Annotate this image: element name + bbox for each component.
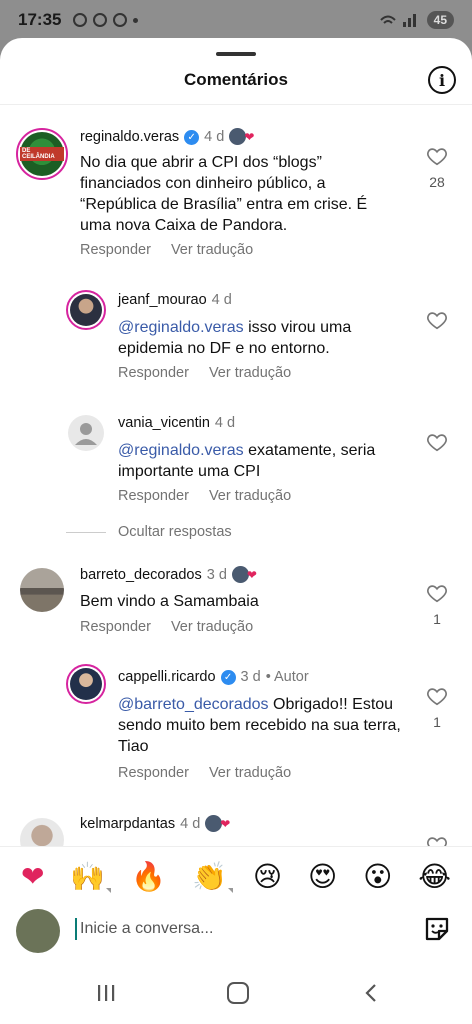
comment-actions: Responder Ver tradução [80, 242, 253, 258]
notification-icon [93, 13, 108, 27]
whatsapp-icon [113, 13, 128, 27]
like-count: 1 [433, 611, 441, 627]
emoji-surprised-icon[interactable]: 😮 [363, 860, 392, 893]
status-time: 17:35 [18, 10, 62, 29]
comment-text: @reginaldo.veras isso virou uma epidemia… [118, 319, 352, 357]
comment-username[interactable]: reginaldo.veras ✓ 4 d ❤ [80, 128, 257, 146]
author-liked-icon: ❤ [231, 566, 260, 584]
drag-handle[interactable] [216, 52, 256, 56]
comment-username[interactable]: barreto_decorados 3 d ❤ [80, 566, 260, 584]
back-icon[interactable] [364, 984, 378, 1002]
like-heart-icon[interactable] [426, 309, 448, 331]
translate-button[interactable]: Ver tradução [209, 765, 291, 781]
comment-username[interactable]: vania_vicentin 4 d [118, 415, 235, 431]
reply-button[interactable]: Responder [80, 242, 151, 258]
hide-replies-button[interactable]: Ocultar respostas [118, 524, 232, 540]
divider [0, 104, 472, 105]
comment-text: @reginaldo.veras exatamente, seria impor… [118, 442, 376, 480]
comment-username[interactable]: kelmarpdantas 4 d ❤ [80, 815, 233, 833]
comment-actions: Responder Ver tradução [118, 765, 291, 781]
system-nav-bar [0, 974, 472, 1024]
recents-icon[interactable] [96, 984, 116, 1002]
like-heart-icon[interactable] [426, 431, 448, 453]
like-count: 1 [433, 714, 441, 730]
translate-button[interactable]: Ver tradução [209, 488, 291, 504]
avatar[interactable] [68, 415, 104, 451]
avatar[interactable] [66, 290, 106, 330]
notification-icon [73, 13, 88, 27]
avatar [16, 909, 60, 953]
emoji-crying-icon[interactable]: 😢 [253, 860, 282, 893]
status-bar: 17:35 45 [0, 0, 472, 40]
comment-username[interactable]: jeanf_mourao 4 d [118, 292, 232, 308]
avatar[interactable]: DE CEILÂNDIA [16, 128, 68, 180]
text-caret [75, 918, 77, 940]
comment-text: Bem vindo a Samambaia [80, 593, 259, 610]
comment-input[interactable] [80, 916, 400, 942]
emoji-heart-icon[interactable]: ❤ [21, 860, 44, 893]
emoji-heart-eyes-icon[interactable]: 😍 [308, 860, 337, 893]
reply-button[interactable]: Responder [80, 619, 151, 635]
sticker-icon[interactable] [422, 914, 452, 944]
reply-button[interactable]: Responder [118, 488, 189, 504]
avatar[interactable] [66, 664, 106, 704]
like-count: 28 [429, 174, 445, 190]
comment-actions: Responder Ver tradução [118, 488, 291, 504]
divider [66, 532, 106, 533]
signal-icon [379, 14, 416, 27]
author-liked-icon: ❤ [229, 128, 257, 146]
emoji-reaction-bar: ❤ 🙌 🔥 👏 😢 😍 😮 😂 [0, 846, 472, 906]
like-heart-icon[interactable] [426, 685, 448, 707]
like-heart-icon[interactable] [426, 582, 448, 604]
reply-button[interactable]: Responder [118, 365, 189, 381]
battery-badge: 45 [426, 11, 454, 29]
mention-link[interactable]: @barreto_decorados [118, 696, 269, 713]
comment-actions: Responder Ver tradução [118, 365, 291, 381]
more-notifications-icon [133, 17, 139, 23]
author-label: • Autor [265, 669, 309, 685]
author-liked-icon: ❤ [205, 815, 233, 833]
mention-link[interactable]: @reginaldo.veras [118, 319, 244, 336]
notification-icons [73, 13, 139, 27]
mention-link[interactable]: @reginaldo.veras [118, 442, 244, 459]
comment-username[interactable]: cappelli.ricardo ✓ 3 d • Autor [118, 669, 309, 685]
translate-button[interactable]: Ver tradução [171, 242, 253, 258]
verified-badge-icon: ✓ [184, 129, 200, 145]
emoji-raised-hands-icon[interactable]: 🙌 [70, 860, 112, 893]
verified-badge-icon: ✓ [220, 669, 236, 685]
like-heart-icon[interactable] [426, 145, 448, 167]
comment-actions: Responder Ver tradução [80, 619, 253, 635]
emoji-clapping-icon[interactable]: 👏 [192, 860, 233, 893]
sheet-title: Comentários [184, 70, 288, 89]
translate-button[interactable]: Ver tradução [209, 365, 291, 381]
avatar[interactable] [20, 568, 64, 612]
home-icon[interactable] [227, 982, 249, 1004]
reply-button[interactable]: Responder [118, 765, 189, 781]
emoji-laughing-icon[interactable]: 😂 [418, 860, 451, 893]
info-icon[interactable]: i [428, 66, 456, 94]
emoji-fire-icon[interactable]: 🔥 [131, 860, 166, 893]
comment-text: @barreto_decorados Obrigado!! Estou send… [118, 696, 401, 755]
comment-text: No dia que abrir a CPI dos “blogs” finan… [80, 154, 368, 234]
translate-button[interactable]: Ver tradução [171, 619, 253, 635]
comment-composer [0, 906, 472, 974]
comments-sheet: Comentários i DE CEILÂNDIA reginaldo.ver… [0, 38, 472, 1024]
